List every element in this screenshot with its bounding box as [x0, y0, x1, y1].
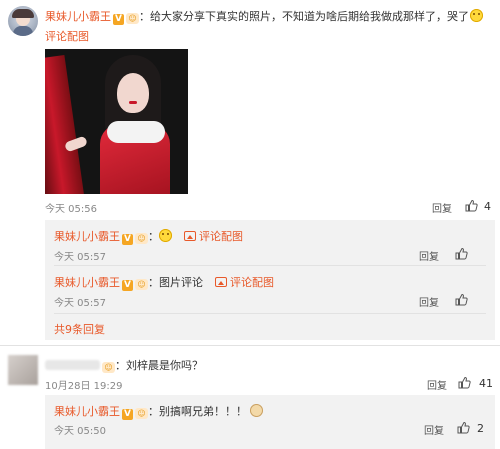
verified-badge-icon: V: [122, 280, 133, 291]
crying-laughing-emoji-icon: [470, 9, 483, 22]
level-badge-icon: ☺: [135, 408, 148, 419]
comment-pic-link[interactable]: 评论配图: [45, 28, 89, 44]
like-button[interactable]: [455, 247, 468, 263]
username-link[interactable]: 果妹儿小霸王: [45, 10, 111, 23]
blurred-username[interactable]: [45, 360, 100, 370]
main-comment-line: 果妹儿小霸王 V ☺ ：给大家分享下真实的照片，不知道为啥后期给我做成那样了，哭了: [45, 8, 495, 25]
colon: ：: [115, 359, 126, 372]
sub-replies-panel: 果妹儿小霸王 V ☺： 评论配图 今天 05:57 回复 果妹儿小霸王 V ☺ ：图片评论…: [45, 220, 495, 340]
doge-emoji-icon: [250, 404, 263, 417]
like-count: 4: [484, 200, 491, 213]
face-shape: [117, 73, 149, 113]
username-link[interactable]: 果妹儿小霸王: [54, 276, 120, 289]
thumbs-up-icon: [465, 199, 478, 212]
thumbs-up-icon: [455, 247, 468, 260]
comment-text: 图片评论: [159, 276, 203, 289]
reply-button[interactable]: 回复: [432, 200, 452, 215]
picture-icon: [183, 231, 196, 241]
level-badge-icon: ☺: [102, 362, 115, 373]
comment-photo[interactable]: [45, 49, 188, 194]
verified-badge-icon: V: [122, 409, 133, 420]
post-time: 今天 05:56: [45, 204, 97, 215]
like-count: 41: [479, 377, 493, 390]
avatar[interactable]: [8, 355, 38, 385]
reply-button[interactable]: 回复: [424, 422, 444, 437]
username-link[interactable]: 果妹儿小霸王: [54, 405, 120, 418]
sub-reply-line-2: 果妹儿小霸王 V ☺ ：图片评论 评论配图: [54, 274, 274, 291]
like-button[interactable]: [457, 421, 470, 437]
comment-pic-link[interactable]: 评论配图: [214, 276, 274, 289]
username-link[interactable]: 果妹儿小霸王: [54, 230, 120, 243]
sub-replies-panel: 果妹儿小霸王 V ☺ ：别搞啊兄弟！！！ 今天 05:50 回复 2: [45, 395, 495, 449]
comment-text: 刘梓晨是你吗？: [126, 359, 203, 372]
comment-pic-label: 评论配图: [199, 230, 243, 243]
colon: ：: [148, 230, 159, 243]
more-replies-link[interactable]: 共9条回复: [54, 321, 105, 337]
second-comment-line: ☺ ：刘梓晨是你吗？: [45, 357, 203, 373]
comment-pic-link[interactable]: 评论配图: [183, 230, 243, 243]
thumbs-up-icon: [455, 293, 468, 306]
level-badge-icon: ☺: [126, 13, 139, 24]
divider: [54, 313, 486, 314]
post-time: 10月28日 19:29: [45, 381, 123, 392]
verified-badge-icon: V: [113, 14, 124, 25]
red-umbrella-shape: [45, 54, 86, 194]
comment-text: 别搞啊兄弟！！！: [159, 405, 247, 418]
colon: ：: [139, 10, 150, 23]
like-button[interactable]: [455, 293, 468, 309]
comment-pic-label: 评论配图: [45, 30, 89, 43]
reply-button[interactable]: 回复: [427, 377, 447, 392]
sub-reply-line-1: 果妹儿小霸王 V ☺： 评论配图: [54, 228, 243, 245]
reply-time: 今天 05:57: [54, 252, 106, 263]
picture-icon: [214, 277, 227, 287]
like-button[interactable]: [465, 199, 478, 215]
colon: ：: [148, 276, 159, 289]
verified-badge-icon: V: [122, 234, 133, 245]
comment-text: 给大家分享下真实的照片，不知道为啥后期给我做成那样了，哭了: [150, 10, 469, 23]
like-count: 2: [477, 422, 484, 435]
thumbs-up-icon: [457, 421, 470, 434]
comment-pic-label: 评论配图: [230, 276, 274, 289]
colon: ：: [148, 405, 159, 418]
level-badge-icon: ☺: [135, 279, 148, 290]
sub-reply-line: 果妹儿小霸王 V ☺ ：别搞啊兄弟！！！: [54, 403, 263, 420]
avatar[interactable]: [8, 6, 38, 36]
level-badge-icon: ☺: [135, 233, 148, 244]
reply-time: 今天 05:50: [54, 426, 106, 437]
divider: [54, 265, 486, 266]
divider: [0, 345, 500, 346]
reply-time: 今天 05:57: [54, 298, 106, 309]
like-button[interactable]: [458, 376, 471, 392]
thumbs-up-icon: [458, 376, 471, 389]
crying-laughing-emoji-icon: [159, 229, 172, 242]
reply-button[interactable]: 回复: [419, 248, 439, 263]
reply-button[interactable]: 回复: [419, 294, 439, 309]
